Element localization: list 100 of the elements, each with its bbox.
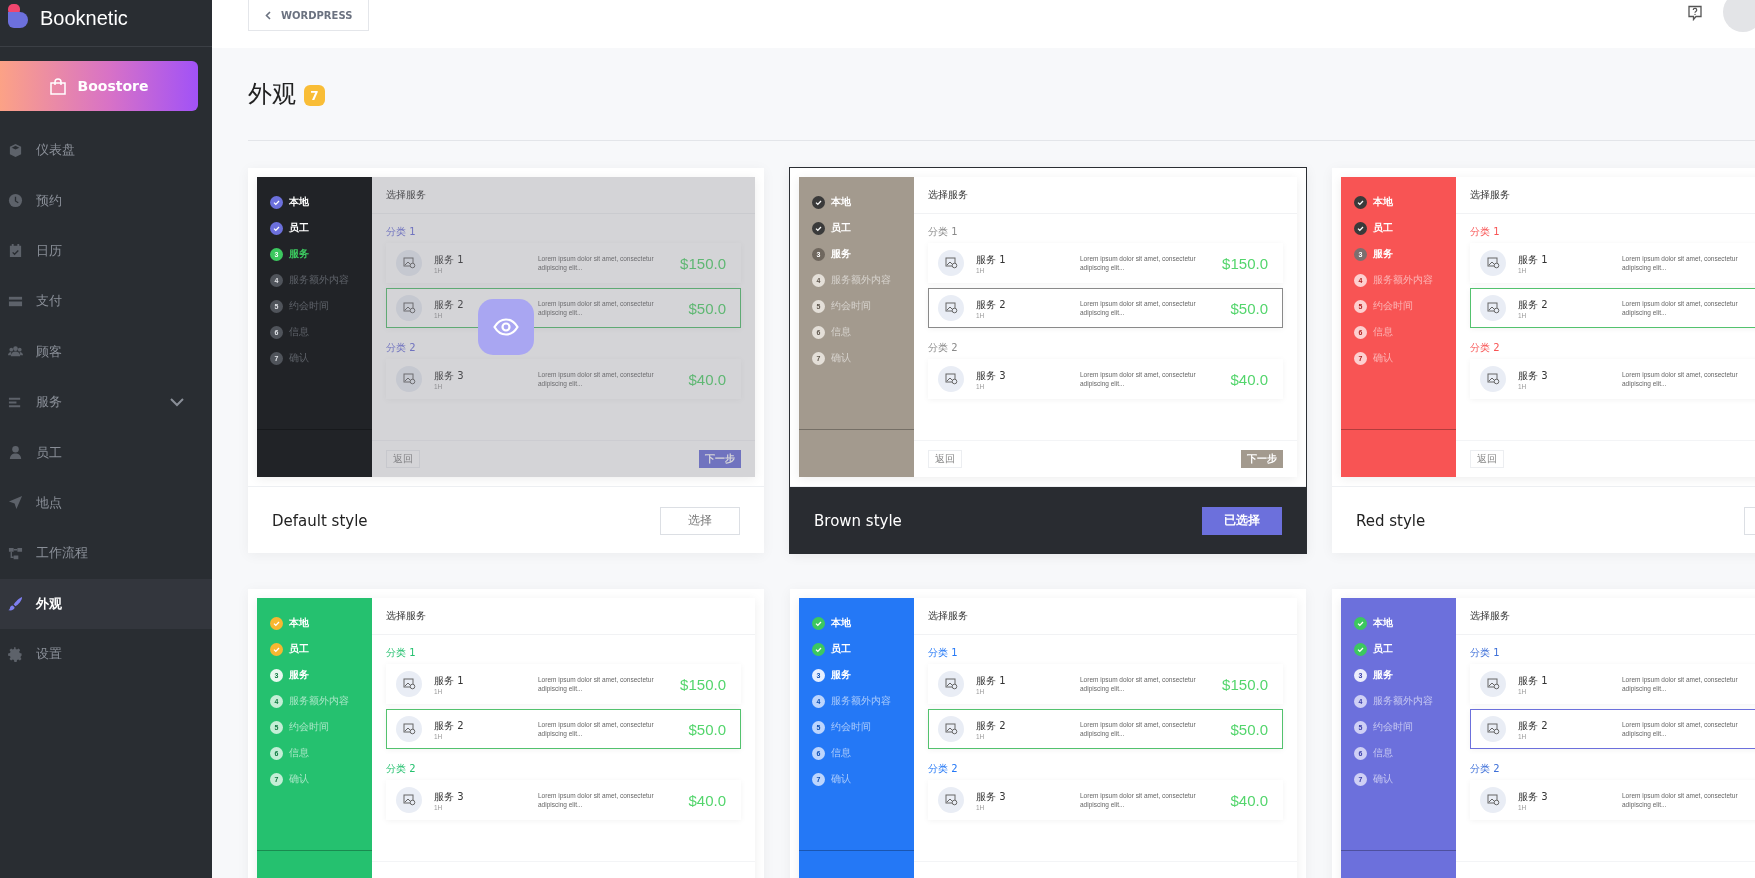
back-button[interactable]: 返回 (928, 450, 962, 468)
service-price: $40.0 (1230, 370, 1268, 388)
step-label: 服务 (1373, 247, 1393, 261)
paper-plane-icon (8, 495, 23, 511)
service-price: $150.0 (1222, 675, 1268, 693)
step-label: 信息 (1373, 746, 1393, 760)
category-label: 分类 1 (928, 647, 959, 659)
style-card[interactable] (790, 168, 1306, 553)
step-label: 本地 (1373, 195, 1393, 209)
sidebar-item[interactable]: 设置 (0, 628, 212, 680)
step-label: 服务 (831, 668, 851, 682)
settings-icon (8, 646, 23, 662)
service-name: 服务 1 (1518, 252, 1549, 267)
check-icon (1354, 616, 1367, 630)
category-label: 分类 2 (1470, 342, 1501, 354)
preview-heading: 选择服务 (928, 188, 968, 202)
category-label: 分类 2 (928, 763, 959, 775)
preview-heading: 选择服务 (1470, 609, 1510, 623)
step-label: 员工 (289, 221, 309, 235)
brush-icon (8, 596, 23, 612)
style-card[interactable] (248, 168, 764, 553)
calendar-icon (8, 243, 23, 259)
select-button[interactable]: 选择 (660, 506, 740, 535)
preview-button[interactable] (478, 299, 534, 355)
check-icon (270, 195, 283, 209)
service-name: 服务 2 (1518, 297, 1549, 312)
sidebar-item[interactable]: 员工 (0, 427, 212, 478)
sidebar-item[interactable]: 服务 (0, 376, 212, 428)
image-icon (938, 716, 964, 742)
check-icon (1354, 221, 1367, 235)
logo-text: Booknetic (40, 6, 128, 30)
service-name: 服务 1 (434, 673, 465, 688)
step-label: 确认 (289, 772, 309, 786)
image-icon (1480, 366, 1506, 392)
service-name: 服务 3 (434, 789, 465, 804)
select-button[interactable]: 已选择 (1202, 506, 1282, 535)
sidebar-item[interactable]: 仪表盘 (0, 125, 212, 176)
check-icon (812, 616, 825, 630)
back-button[interactable]: 返回 (1470, 450, 1504, 468)
service-price: $150.0 (680, 254, 726, 272)
step-label: 员工 (1373, 642, 1393, 656)
service-price: $50.0 (1230, 720, 1268, 738)
service-name: 服务 2 (1518, 718, 1549, 733)
image-icon (396, 671, 422, 697)
image-icon (396, 250, 422, 276)
sidebar-item[interactable]: 日历 (0, 225, 212, 277)
help-icon[interactable] (1687, 5, 1703, 21)
service-name: 服务 2 (976, 297, 1007, 312)
check-icon (1354, 642, 1367, 656)
service-price: $50.0 (688, 299, 726, 317)
sidebar-item[interactable]: 支付 (0, 276, 212, 327)
step-label: 员工 (831, 642, 851, 656)
check-icon (270, 642, 283, 656)
preview-heading: 选择服务 (928, 609, 968, 623)
sidebar-item[interactable]: 预约 (0, 175, 212, 226)
service-name: 服务 3 (976, 368, 1007, 383)
image-icon (396, 295, 422, 321)
category-label: 分类 1 (1470, 647, 1501, 659)
service-name: 服务 2 (434, 297, 465, 312)
count-badge: 7 (304, 85, 325, 106)
image-icon (938, 366, 964, 392)
preview-heading: 选择服务 (386, 188, 426, 202)
preview-heading: 选择服务 (1470, 188, 1510, 202)
step-label: 服务额外内容 (1373, 273, 1433, 287)
check-icon (270, 616, 283, 630)
sidebar-item[interactable]: 顾客 (0, 326, 212, 377)
category-label: 分类 1 (928, 226, 959, 238)
step-label: 服务 (1373, 668, 1393, 682)
image-icon (1480, 671, 1506, 697)
image-icon (396, 787, 422, 813)
cube-icon (8, 142, 23, 158)
sidebar-item[interactable]: 地点 (0, 477, 212, 529)
service-price: $150.0 (1222, 254, 1268, 272)
back-button[interactable]: WORDPRESS (248, 0, 370, 31)
step-label: 服务 (831, 247, 851, 261)
service-price: $40.0 (688, 791, 726, 809)
service-price: $50.0 (688, 720, 726, 738)
service-name: 服务 1 (976, 673, 1007, 688)
check-icon (270, 221, 283, 235)
image-icon (938, 295, 964, 321)
step-label: 约会时间 (1373, 720, 1413, 734)
step-label: 服务额外内容 (831, 694, 891, 708)
step-label: 本地 (831, 195, 851, 209)
step-label: 本地 (1373, 616, 1393, 630)
check-icon (812, 195, 825, 209)
page-title: 外观 (248, 79, 296, 110)
service-price: $40.0 (1230, 791, 1268, 809)
step-label: 服务 (289, 668, 309, 682)
image-icon (1480, 787, 1506, 813)
step-label: 确认 (831, 351, 851, 365)
step-label: 信息 (831, 746, 851, 760)
step-label: 确认 (1373, 772, 1393, 786)
sidebar-item[interactable]: 外观 (0, 578, 212, 629)
image-icon (1480, 295, 1506, 321)
service-name: 服务 1 (434, 252, 465, 267)
sidebar-item[interactable]: 工作流程 (0, 528, 212, 579)
style-name: Brown style (814, 511, 902, 530)
service-name: 服务 3 (434, 368, 465, 383)
step-label: 信息 (289, 746, 309, 760)
category-label: 分类 2 (1470, 763, 1501, 775)
